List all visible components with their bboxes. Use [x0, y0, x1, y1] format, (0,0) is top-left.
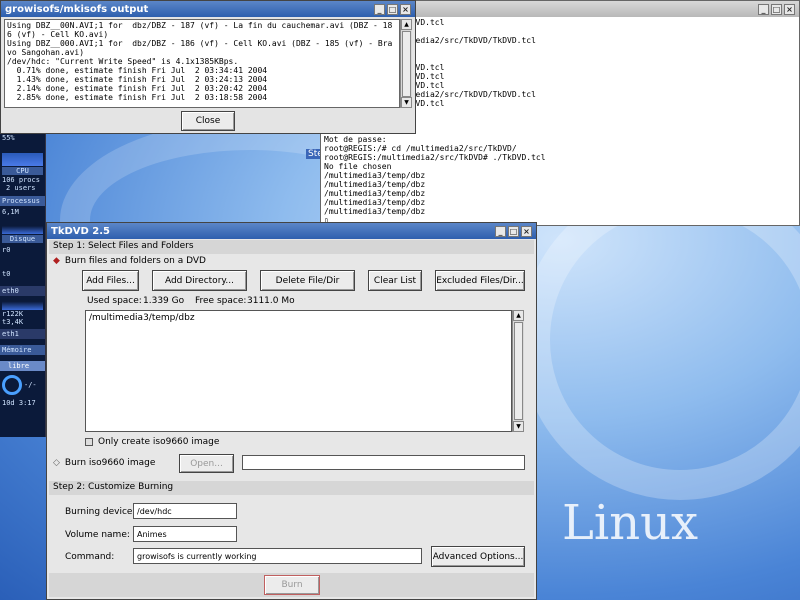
- output-line: 2.14% done, estimate finish Fri Jul 2 03…: [7, 84, 268, 93]
- eth1-label: eth1: [0, 329, 45, 339]
- delete-file-button[interactable]: Delete File/Dir: [260, 270, 355, 291]
- burning-device-field[interactable]: /dev/hdc: [133, 503, 237, 519]
- eth0-receive: r122K: [2, 310, 24, 318]
- burn-iso-radio[interactable]: ◇ Burn iso9660 image: [53, 458, 155, 468]
- output-titlebar[interactable]: growisofs/mkisofs output _ □ ×: [1, 1, 415, 17]
- system-monitor: 55% CPU 106 procs 2 users Processus 6,1M…: [0, 132, 46, 437]
- terminal-line: No file chosen: [324, 162, 392, 171]
- output-window[interactable]: growisofs/mkisofs output _ □ × Using DBZ…: [0, 0, 416, 134]
- maximize-icon[interactable]: □: [771, 3, 782, 15]
- used-space-value: 1.339 Go: [143, 296, 185, 306]
- network-icon[interactable]: [2, 375, 22, 395]
- burn-files-radio[interactable]: ◆ Burn files and folders on a DVD: [53, 256, 206, 266]
- scroll-down-icon[interactable]: ▼: [513, 421, 524, 432]
- tkdvd-titlebar[interactable]: TkDVD 2.5 _ □ ×: [47, 223, 536, 239]
- tkdvd-window[interactable]: TkDVD 2.5 _ □ × Step 1: Select Files and…: [46, 222, 537, 600]
- terminal-line: /multimedia3/temp/dbz: [324, 207, 426, 216]
- users-count: 2 users: [6, 184, 36, 192]
- excluded-files-button[interactable]: Excluded Files/Dir...: [435, 270, 525, 291]
- maximize-icon[interactable]: □: [387, 3, 398, 15]
- command-label: Command:: [65, 552, 115, 562]
- free-space-value: 3111.0 Mo: [247, 296, 295, 306]
- disque-label: Disque: [2, 235, 43, 243]
- close-button[interactable]: Close: [181, 111, 235, 131]
- checkbox-icon[interactable]: [85, 438, 93, 446]
- step1-header: Step 1: Select Files and Folders: [49, 240, 534, 254]
- advanced-options-button[interactable]: Advanced Options...: [431, 546, 525, 567]
- wallpaper-swirl: [520, 180, 800, 500]
- scroll-down-icon[interactable]: ▼: [401, 97, 412, 108]
- processus-value: 6,1M: [2, 208, 19, 216]
- burn-files-label: Burn files and folders on a DVD: [64, 256, 206, 266]
- scroll-thumb[interactable]: [514, 322, 523, 420]
- output-scrollbar[interactable]: ▲ ▼: [400, 19, 412, 108]
- eth0-transmit: t3,4K: [2, 318, 24, 326]
- open-iso-button[interactable]: Open...: [179, 454, 234, 473]
- iso-path-field[interactable]: [242, 455, 525, 470]
- used-space-label: Used space:: [87, 296, 142, 306]
- output-line: 1.43% done, estimate finish Fri Jul 2 03…: [7, 75, 268, 84]
- output-line: Using DBZ__00N.AVI;1 for dbz/DBZ - 187 (…: [7, 21, 393, 30]
- eth0-label: eth0: [0, 286, 45, 296]
- step2-header: Step 2: Customize Burning: [49, 481, 534, 495]
- close-icon[interactable]: ×: [400, 3, 411, 15]
- memoire-label: Mémoire: [0, 345, 45, 355]
- cpu-label: CPU: [2, 167, 43, 175]
- volume-name-field[interactable]: Animes: [133, 526, 237, 542]
- terminal-line: /multimedia3/temp/dbz: [324, 180, 426, 189]
- processus-label: Processus: [0, 196, 45, 206]
- cpu-graph: [2, 144, 43, 166]
- output-line: 6 (vf) - Cell KO.avi): [7, 30, 109, 39]
- eth0-graph: [2, 296, 43, 310]
- clear-list-button[interactable]: Clear List: [368, 270, 422, 291]
- output-text-area[interactable]: Using DBZ__00N.AVI;1 for dbz/DBZ - 187 (…: [4, 19, 400, 108]
- terminal-line: /multimedia3/temp/dbz: [324, 189, 426, 198]
- close-icon[interactable]: ×: [521, 225, 532, 237]
- only-iso-checkbox[interactable]: Only create iso9660 image: [85, 437, 219, 447]
- maximize-icon[interactable]: □: [508, 225, 519, 237]
- command-field[interactable]: growisofs is currently working: [133, 548, 422, 564]
- tkdvd-title: TkDVD 2.5: [51, 225, 111, 237]
- minimize-icon[interactable]: _: [374, 3, 385, 15]
- linux-logo-text: Linux: [562, 495, 699, 551]
- libre-label: libre: [0, 361, 45, 371]
- radio-selected-icon[interactable]: ◆: [53, 256, 60, 266]
- output-line: Using DBZ__000.AVI;1 for dbz/DBZ - 186 (…: [7, 39, 393, 48]
- disk-read: r0: [2, 246, 11, 254]
- add-directory-button[interactable]: Add Directory...: [152, 270, 247, 291]
- scroll-up-icon[interactable]: ▲: [401, 19, 412, 30]
- terminal-line: Mot de passe:: [324, 135, 387, 144]
- list-item[interactable]: /multimedia3/temp/dbz: [89, 313, 508, 323]
- terminal-line: /multimedia3/temp/dbz: [324, 198, 426, 207]
- disk-write: t0: [2, 270, 11, 278]
- terminal-line: root@REGIS:/# cd /multimedia2/src/TkDVD/: [324, 144, 517, 153]
- only-iso-label: Only create iso9660 image: [98, 437, 220, 447]
- output-line: /dev/hdc: "Current Write Speed" is 4.1x1…: [7, 57, 239, 66]
- scroll-up-icon[interactable]: ▲: [513, 310, 524, 321]
- terminal-line: root@REGIS:/multimedia2/src/TkDVD# ./TkD…: [324, 153, 546, 162]
- output-line: 2.85% done, estimate finish Fri Jul 2 03…: [7, 93, 268, 102]
- free-space-label: Free space:: [195, 296, 247, 306]
- close-icon[interactable]: ×: [784, 3, 795, 15]
- volume-name-label: Volume name:: [65, 530, 130, 540]
- file-list-scrollbar[interactable]: ▲ ▼: [512, 310, 524, 432]
- procs-count: 106 procs: [2, 176, 40, 184]
- minimize-icon[interactable]: _: [495, 225, 506, 237]
- terminal-line: /multimedia3/temp/dbz: [324, 171, 426, 180]
- output-window-title: growisofs/mkisofs output: [5, 3, 149, 15]
- burn-iso-label: Burn iso9660 image: [64, 458, 156, 468]
- output-line: vo Sangohan.avi): [7, 48, 85, 57]
- minimize-icon[interactable]: _: [758, 3, 769, 15]
- file-list[interactable]: /multimedia3/temp/dbz: [85, 310, 512, 432]
- output-line: 0.71% done, estimate finish Fri Jul 2 03…: [7, 66, 268, 75]
- processus-graph: [2, 218, 43, 234]
- burn-button[interactable]: Burn: [264, 575, 320, 595]
- radio-unselected-icon[interactable]: ◇: [53, 458, 60, 468]
- add-files-button[interactable]: Add Files...: [82, 270, 139, 291]
- uptime: 10d 3:17: [2, 399, 36, 407]
- scroll-thumb[interactable]: [402, 31, 411, 97]
- net-indicator: -/-: [24, 381, 37, 389]
- burning-device-label: Burning device:: [65, 507, 136, 517]
